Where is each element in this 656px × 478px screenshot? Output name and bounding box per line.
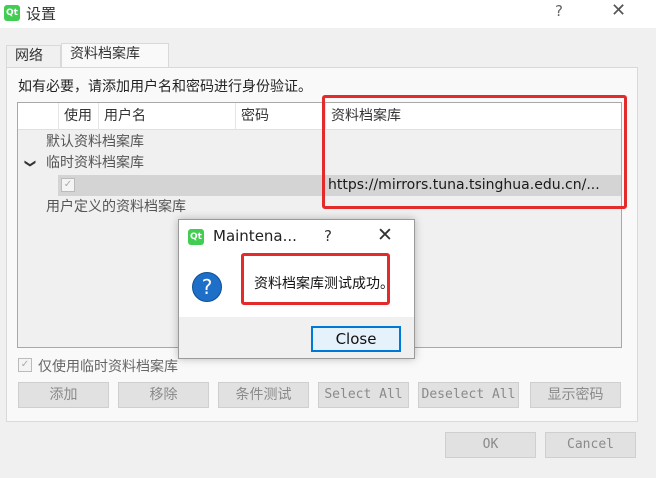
user-defined-repositories-label: 用户定义的资料档案库 <box>46 199 186 215</box>
dialog-help-button[interactable]: ? <box>324 227 332 245</box>
dialog-title-bar: Qt Maintena... ? ✕ <box>179 220 414 255</box>
cancel-button[interactable]: Cancel <box>545 432 636 458</box>
remove-button[interactable]: 移除 <box>118 382 209 408</box>
ok-button[interactable]: OK <box>445 432 536 458</box>
use-temporary-only-option[interactable]: ✓ 仅使用临时资料档案库 <box>18 356 178 376</box>
use-temporary-only-checkbox[interactable]: ✓ <box>18 358 32 372</box>
window-title: 设置 <box>26 5 57 23</box>
annotation-highlight-message <box>241 253 390 305</box>
column-header-password[interactable]: 密码 <box>235 103 325 130</box>
use-checkbox[interactable]: ✓ <box>61 178 75 192</box>
show-password-button[interactable]: 显示密码 <box>530 382 621 408</box>
qt-logo-icon: Qt <box>4 5 20 21</box>
select-all-button[interactable]: Select All <box>318 382 409 408</box>
question-icon: ? <box>192 272 222 302</box>
dialog-title: Maintena... <box>213 227 297 245</box>
title-bar: Qt 设置 ? ✕ <box>0 0 656 28</box>
default-repositories-label: 默认资料档案库 <box>46 134 144 150</box>
column-header-tree <box>18 103 58 130</box>
qt-logo-icon: Qt <box>188 229 204 245</box>
tab-repositories[interactable]: 资料档案库 <box>61 43 169 68</box>
dialog-close-button[interactable]: Close <box>311 326 401 352</box>
column-header-use[interactable]: 使用 <box>58 103 98 130</box>
tab-network[interactable]: 网络 <box>6 45 61 68</box>
annotation-highlight-repository <box>322 95 627 209</box>
temporary-repositories-label: 临时资料档案库 <box>46 155 144 171</box>
dialog-close-icon[interactable]: ✕ <box>377 224 393 246</box>
help-button[interactable]: ? <box>555 2 563 20</box>
column-header-username[interactable]: 用户名 <box>98 103 235 130</box>
test-button[interactable]: 条件测试 <box>218 382 309 408</box>
auth-hint: 如有必要，请添加用户名和密码进行身份验证。 <box>18 79 312 95</box>
chevron-down-icon[interactable]: ❯ <box>20 159 41 168</box>
deselect-all-button[interactable]: Deselect All <box>418 382 519 408</box>
close-button[interactable]: ✕ <box>611 0 626 21</box>
add-button[interactable]: 添加 <box>18 382 109 408</box>
use-temporary-only-label: 仅使用临时资料档案库 <box>38 359 178 375</box>
